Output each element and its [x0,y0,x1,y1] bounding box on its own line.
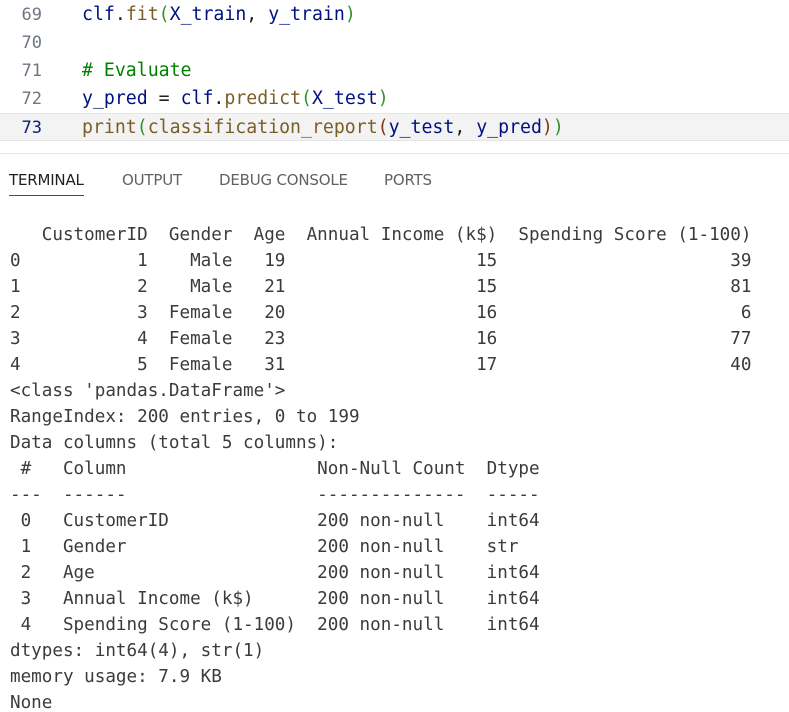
code-token: clf [180,88,214,109]
code-token: , [246,4,269,25]
code-token: ) [377,88,389,109]
code-token: y_pred [476,117,542,138]
code-token: ( [158,4,170,25]
code-token: , [454,117,477,138]
tab-output[interactable]: OUTPUT [122,171,182,195]
terminal-line: 2 Age 200 non-null int64 [10,563,540,583]
code-token: ) [552,117,564,138]
terminal-line: 1 2 Male 21 15 81 [10,277,752,297]
code-token: print [82,117,137,138]
code-token: fit [125,4,159,25]
code-line[interactable]: 71 # Evaluate [0,57,789,85]
code-line[interactable]: 70 [0,29,789,57]
code-token: clf [82,4,115,25]
code-text[interactable]: y_pred = clf.predict(X_test) [82,85,389,113]
code-token: ( [301,88,312,109]
terminal-line: memory usage: 7.9 KB [10,667,222,687]
code-text[interactable]: # Evaluate [82,57,192,85]
terminal-line: Data columns (total 5 columns): [10,433,339,453]
code-line[interactable]: 73 print(classification_report(y_test, y_… [0,113,789,141]
code-token: classification_report [147,117,378,138]
code-token: ) [541,117,553,138]
code-token: y_test [388,117,455,138]
line-number: 69 [21,5,42,25]
code-token: y_pred [82,88,148,109]
code-token: ) [344,4,356,25]
terminal-line: None [10,693,53,712]
code-token: X_train [169,4,247,25]
terminal-output[interactable]: CustomerID Gender Age Annual Income (k$)… [10,222,780,712]
terminal-line: dtypes: int64(4), str(1) [10,641,265,661]
terminal-line: <class 'pandas.DataFrame'> [10,381,286,401]
code-token: . [213,88,225,109]
line-number: 72 [21,89,42,109]
terminal-line: 0 CustomerID 200 non-null int64 [10,511,540,531]
line-number: 71 [21,61,42,81]
tab-debug-console[interactable]: DEBUG CONSOLE [219,171,348,195]
code-token: ( [136,117,148,138]
code-token: y_train [268,4,345,25]
code-text[interactable]: print(classification_report(y_test, y_pr… [82,114,564,142]
terminal-line: 3 4 Female 23 16 77 [10,329,752,349]
code-text[interactable]: clf.fit(X_train, y_train) [82,1,356,29]
tab-ports[interactable]: PORTS [384,171,432,195]
panel-tabs: TERMINAL OUTPUT DEBUG CONSOLE PORTS [0,154,789,200]
terminal-line: 4 5 Female 31 17 40 [10,355,752,375]
terminal-line: CustomerID Gender Age Annual Income (k$)… [10,225,752,245]
code-editor[interactable]: 69 clf.fit(X_train, y_train) 70 71 # Evaluat… [0,0,789,145]
tab-terminal[interactable]: TERMINAL [9,171,84,196]
code-token: . [114,4,126,25]
terminal-line: # Column Non-Null Count Dtype [10,459,540,479]
terminal-line: RangeIndex: 200 entries, 0 to 199 [10,407,360,427]
code-line[interactable]: 69 clf.fit(X_train, y_train) [0,1,789,29]
terminal-line: 0 1 Male 19 15 39 [10,251,752,271]
terminal-line: 1 Gender 200 non-null str [10,537,519,557]
terminal-line: 3 Annual Income (k$) 200 non-null int64 [10,589,540,609]
code-token: predict [224,88,302,109]
code-token: # Evaluate [82,60,192,81]
code-token: ( [377,117,389,138]
code-token: = [147,88,181,109]
code-line[interactable]: 72 y_pred = clf.predict(X_test) [0,85,789,113]
line-number: 73 [21,118,42,138]
terminal-line: --- ------ -------------- ----- [10,485,540,505]
terminal-line: 2 3 Female 20 16 6 [10,303,752,323]
code-token: X_test [311,88,378,109]
terminal-line: 4 Spending Score (1-100) 200 non-null in… [10,615,540,635]
bottom-panel: TERMINAL OUTPUT DEBUG CONSOLE PORTS Cust… [0,153,789,712]
line-number: 70 [21,33,42,53]
